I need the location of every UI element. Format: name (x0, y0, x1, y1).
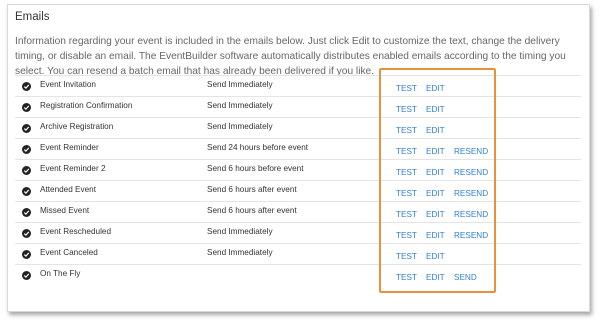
email-name: Missed Event (40, 206, 90, 215)
email-name: Event Rescheduled (40, 227, 112, 236)
email-timing: Send Immediately (207, 101, 273, 110)
email-name: Event Reminder (40, 143, 99, 152)
email-row: Event Canceled Send Immediately TEST EDIT (15, 243, 581, 264)
email-timing: Send 6 hours after event (207, 206, 297, 215)
email-timing: Send Immediately (207, 227, 273, 236)
actions-highlight-box (379, 68, 496, 293)
email-row: On The Fly TEST EDIT SEND (15, 264, 581, 285)
email-timing: Send 24 hours before event (207, 143, 309, 152)
check-circle-icon (22, 124, 31, 133)
email-name: Event Canceled (40, 248, 98, 257)
email-timing: Send 6 hours before event (207, 164, 304, 173)
email-name: Event Reminder 2 (40, 164, 106, 173)
check-circle-icon (22, 250, 31, 259)
email-row: Event Reminder Send 24 hours before event… (15, 138, 581, 159)
email-row: Event Reminder 2 Send 6 hours before even… (15, 159, 581, 180)
check-circle-icon (22, 229, 31, 238)
check-circle-icon (22, 187, 31, 196)
section-description: Information regarding your event is incl… (15, 36, 566, 77)
emails-card: Emails Information regarding your event … (7, 4, 590, 312)
check-circle-icon (22, 208, 31, 217)
email-name: On The Fly (40, 269, 81, 278)
email-row: Event Invitation Send Immediately TEST EDIT (15, 75, 581, 96)
check-circle-icon (22, 166, 31, 175)
email-row: Registration Confirmation Send Immediatel… (15, 96, 581, 117)
email-name: Attended Event (40, 185, 96, 194)
email-row: Archive Registration Send Immediately TEST… (15, 117, 581, 138)
email-name: Event Invitation (40, 80, 96, 89)
email-row: Missed Event Send 6 hours after event TEST… (15, 201, 581, 222)
email-name: Registration Confirmation (40, 101, 133, 110)
check-circle-icon (22, 145, 31, 154)
check-circle-icon (22, 271, 31, 280)
email-timing: Send 6 hours after event (207, 185, 297, 194)
section-title: Emails (15, 11, 50, 23)
email-timing: Send Immediately (207, 248, 273, 257)
email-row: Event Rescheduled Send Immediately TEST EDI… (15, 222, 581, 243)
email-name: Archive Registration (40, 122, 114, 131)
email-timing: Send Immediately (207, 80, 273, 89)
check-circle-icon (22, 82, 31, 91)
email-timing: Send Immediately (207, 122, 273, 131)
email-row: Attended Event Send 6 hours after event TE… (15, 180, 581, 201)
check-circle-icon (22, 103, 31, 112)
